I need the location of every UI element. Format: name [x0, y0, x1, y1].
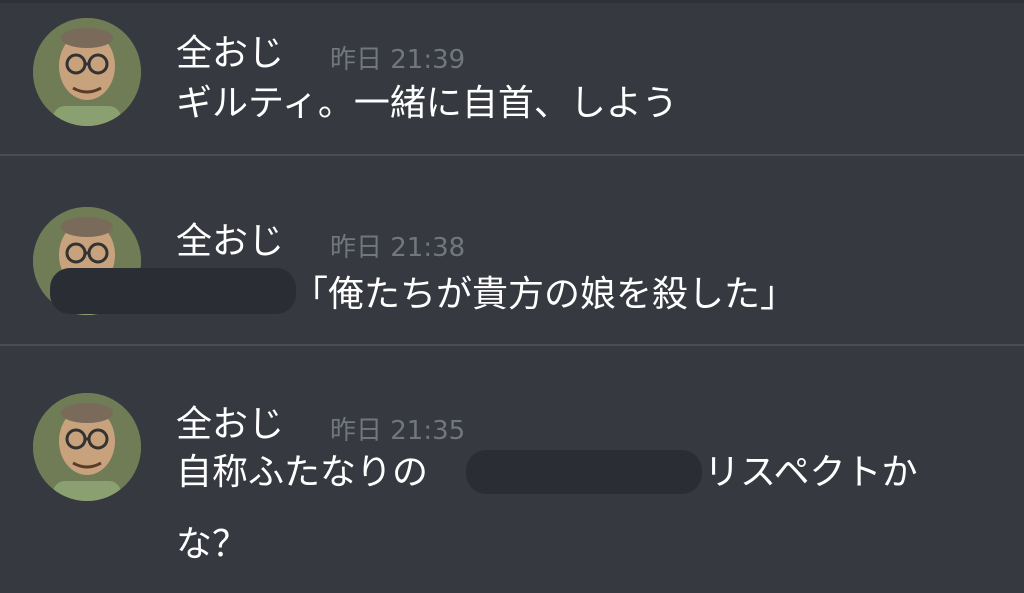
- message-author[interactable]: 全おじ: [176, 405, 284, 445]
- user-avatar-icon: [33, 393, 141, 501]
- message-content: 「俺たちが貴方の娘を殺した」: [292, 274, 797, 315]
- message-author[interactable]: 全おじ: [176, 34, 284, 74]
- message-divider: [0, 344, 1024, 346]
- top-edge: [0, 0, 1024, 3]
- message-content-start: 自称ふたなりの: [176, 452, 429, 493]
- user-avatar-icon: [33, 18, 141, 126]
- message-content-end: リスペクトか: [704, 452, 918, 493]
- message-author[interactable]: 全おじ: [176, 222, 284, 262]
- message-divider: [0, 154, 1024, 156]
- redaction-block: [466, 450, 702, 494]
- message-content: ギルティ。一緒に自首、しよう: [176, 83, 678, 124]
- message-timestamp: 昨日 21:38: [330, 233, 466, 263]
- user-avatar[interactable]: [33, 18, 141, 126]
- user-avatar[interactable]: [33, 393, 141, 501]
- redaction-block: [50, 268, 296, 314]
- message-content-continuation: な？: [176, 524, 249, 565]
